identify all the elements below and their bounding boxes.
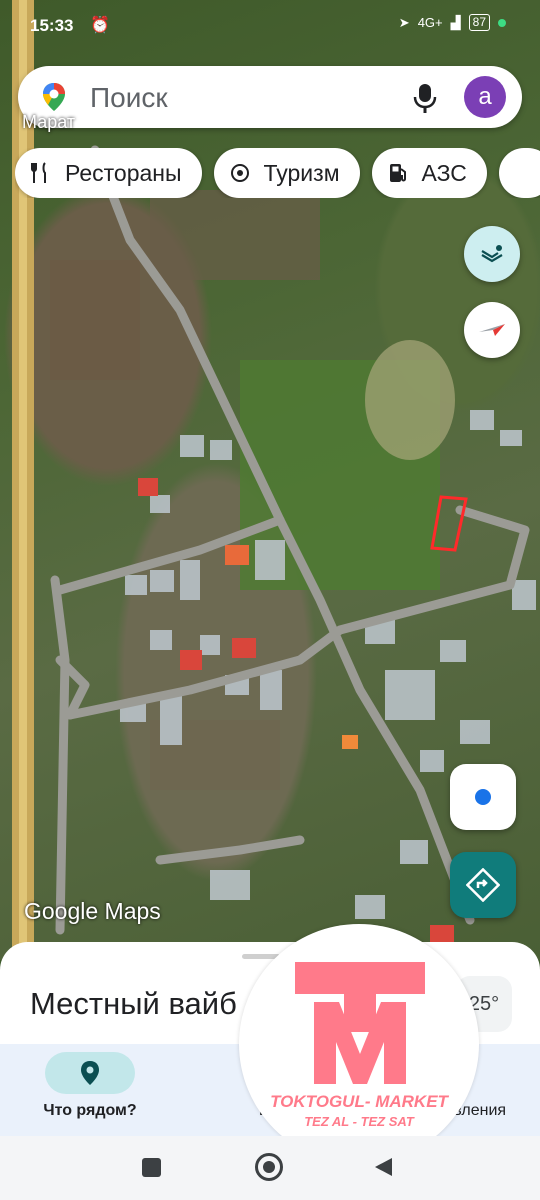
signal-icon: ▟ bbox=[450, 14, 461, 30]
location-icon: ➤ bbox=[398, 14, 410, 30]
nav-pill-active bbox=[45, 1052, 135, 1094]
my-location-button[interactable] bbox=[450, 764, 516, 830]
search-input[interactable] bbox=[88, 77, 392, 119]
chip-label: Рестораны bbox=[65, 159, 182, 186]
chip-label: АЗС bbox=[421, 159, 467, 186]
camera-icon bbox=[230, 164, 249, 182]
layers-icon bbox=[481, 245, 503, 263]
fork-knife-icon bbox=[31, 162, 46, 183]
logo-brand-text: TOKTOGUL- MARKET bbox=[270, 1092, 448, 1111]
map-place-label: Марат bbox=[22, 112, 76, 132]
status-icons: ➤ 4G+ ▟ 87 bbox=[399, 14, 506, 31]
chip-tourism[interactable]: Туризм bbox=[213, 148, 360, 198]
battery-icon: 87 bbox=[468, 14, 490, 31]
network-label: 4G+ bbox=[417, 15, 443, 30]
avatar[interactable]: a bbox=[464, 76, 506, 118]
recents-button[interactable] bbox=[142, 1158, 161, 1177]
compass-button[interactable] bbox=[464, 302, 520, 358]
chip-more[interactable] bbox=[498, 148, 540, 198]
directions-button[interactable] bbox=[450, 852, 516, 918]
directions-icon bbox=[466, 868, 500, 902]
home-dot-icon bbox=[263, 1161, 275, 1173]
sand-patch bbox=[365, 340, 455, 460]
field-patch bbox=[50, 260, 140, 380]
google-maps-pin-icon bbox=[43, 83, 65, 111]
chip-gas-stations[interactable]: АЗС bbox=[371, 148, 487, 198]
nav-label: Что рядом? bbox=[43, 1102, 137, 1119]
my-location-icon bbox=[475, 789, 491, 805]
explore-pin-icon bbox=[81, 1061, 99, 1085]
compass-icon bbox=[479, 324, 505, 336]
google-maps-watermark: Google Maps bbox=[24, 898, 161, 924]
privacy-dot-icon bbox=[498, 18, 506, 27]
nav-item-explore[interactable]: Что рядом? bbox=[40, 1052, 140, 1120]
microphone-icon[interactable] bbox=[410, 82, 440, 114]
toktogul-market-logo: TOKTOGUL- MARKET TEZ AL - TEZ SAT bbox=[239, 924, 479, 1164]
alarm-icon: ⏰ bbox=[90, 17, 110, 34]
chip-restaurants[interactable]: Рестораны bbox=[15, 148, 202, 198]
field-patch bbox=[150, 190, 320, 280]
chip-label: Туризм bbox=[263, 159, 340, 186]
gas-station-icon bbox=[389, 164, 406, 182]
system-navigation-bar bbox=[0, 1136, 540, 1200]
clock: 15:33 bbox=[30, 16, 74, 35]
highway-center bbox=[19, 0, 27, 960]
tm-logo-mark bbox=[295, 962, 425, 1084]
status-bar: 15:33 ⏰ ➤ 4G+ ▟ 87 bbox=[0, 0, 540, 52]
back-button[interactable] bbox=[372, 1156, 394, 1178]
home-button[interactable] bbox=[255, 1153, 283, 1181]
category-chips: Рестораны Туризм АЗС bbox=[15, 148, 540, 198]
layers-button[interactable] bbox=[464, 226, 520, 282]
search-bar[interactable]: a bbox=[18, 66, 522, 128]
logo-tagline: TEZ AL - TEZ SAT bbox=[304, 1114, 414, 1129]
sheet-title: Местный вайб bbox=[30, 986, 237, 1021]
